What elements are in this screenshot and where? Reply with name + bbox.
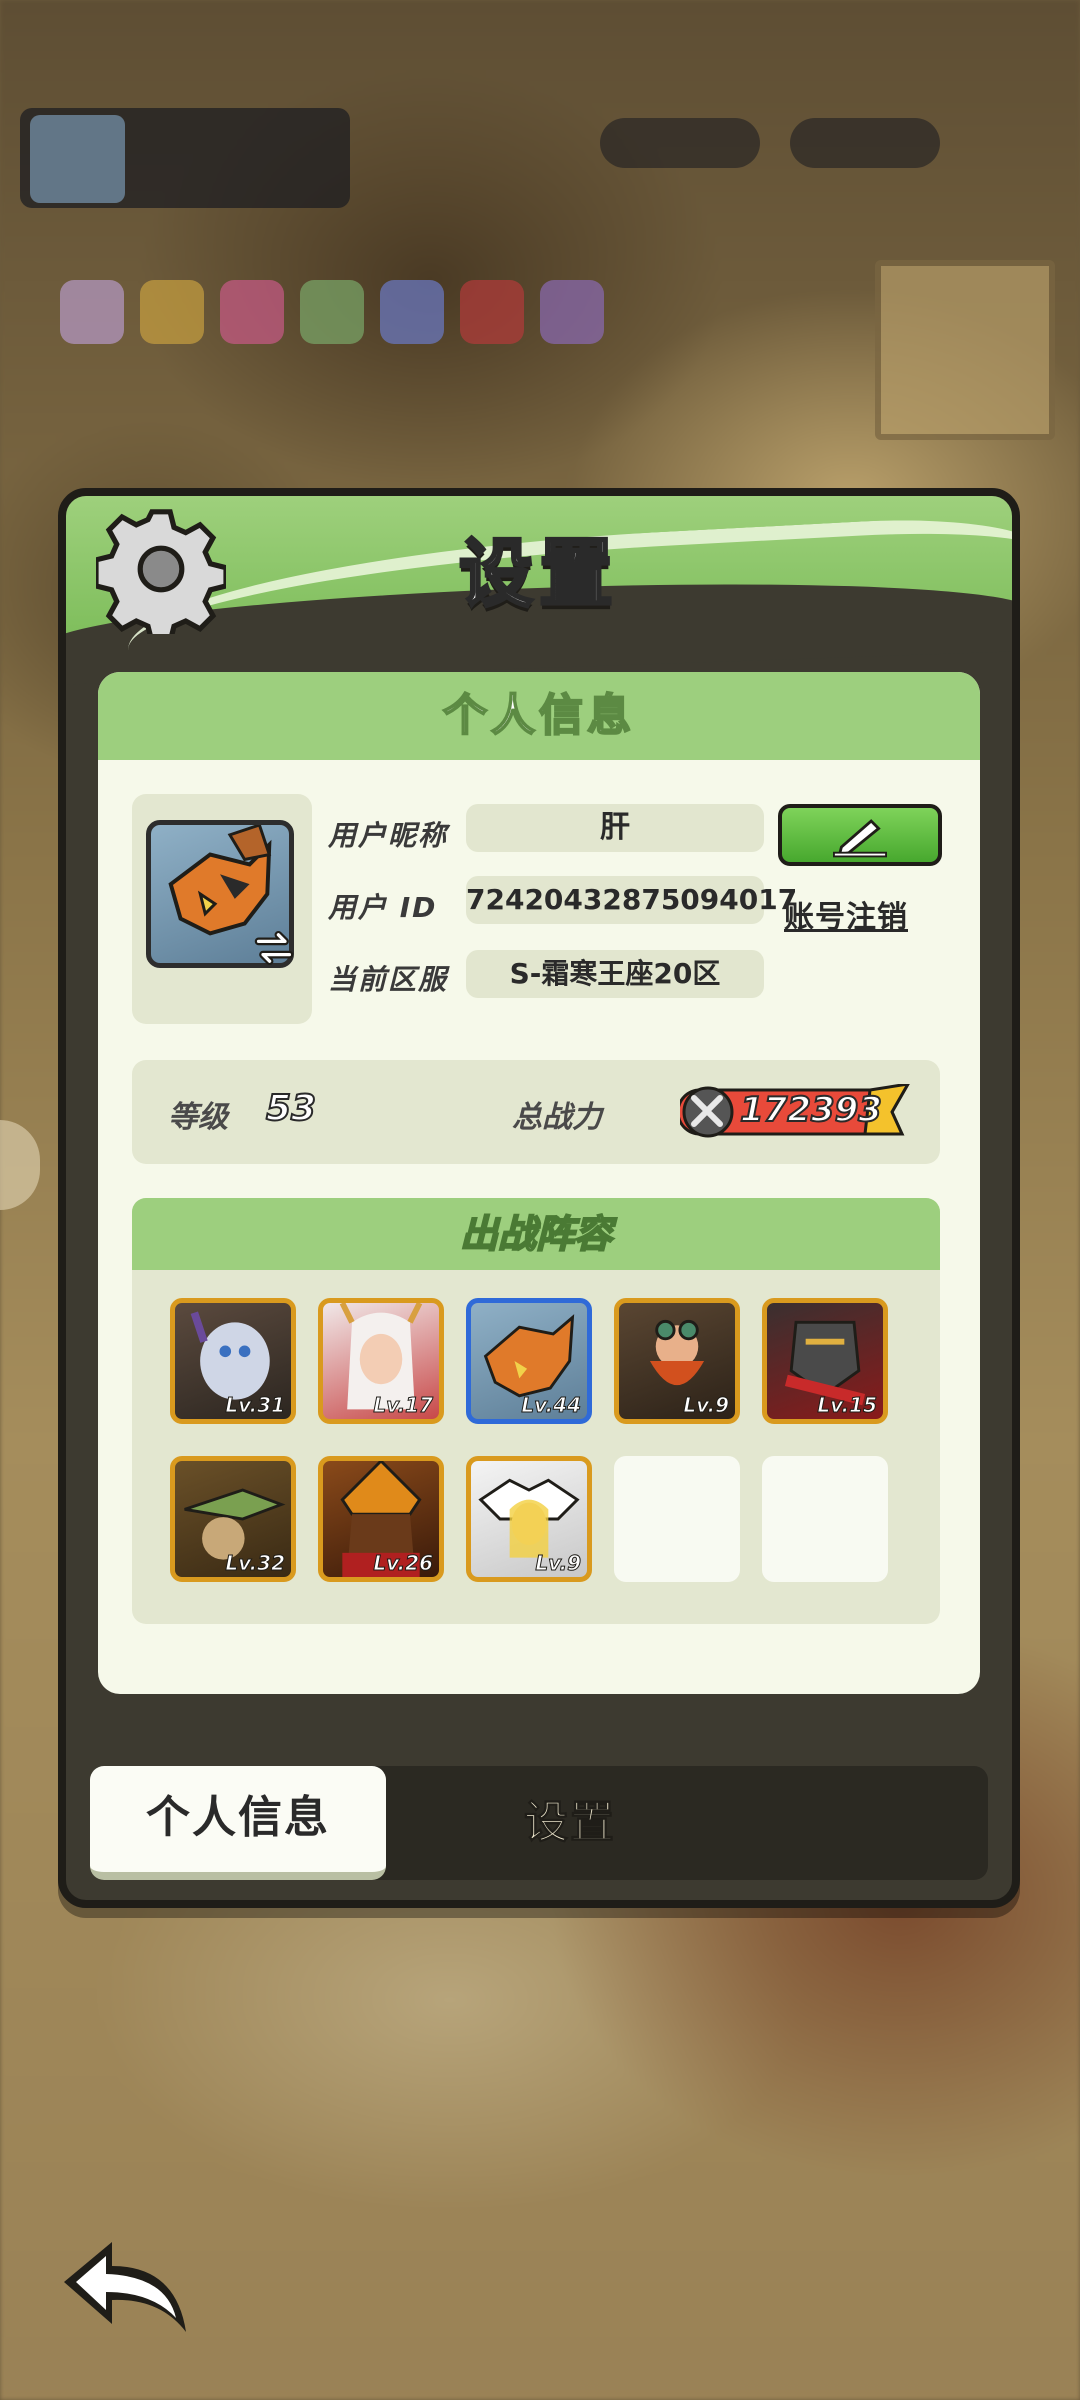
avatar-box[interactable]: [132, 794, 312, 1024]
personal-info-card: 个人信息 用户昵称 肝 用户 ID 72420432875094017 账号注销…: [98, 672, 980, 1694]
power-label: 总战力: [512, 1100, 602, 1135]
background-avatar: [30, 115, 125, 203]
hero-slot[interactable]: Lv.15: [762, 1298, 888, 1424]
background-resource: [600, 118, 760, 168]
swap-arrows-icon[interactable]: [252, 926, 296, 970]
level-value: 53: [265, 1087, 317, 1130]
back-arrow-icon[interactable]: [56, 2232, 196, 2342]
hero-slot[interactable]: Lv.26: [318, 1456, 444, 1582]
hero-level: Lv.31: [225, 1393, 286, 1418]
hero-level: Lv.9: [683, 1393, 730, 1418]
hero-slot[interactable]: Lv.32: [170, 1456, 296, 1582]
edit-nickname-button[interactable]: [778, 804, 942, 866]
pencil-icon: [833, 819, 887, 858]
hero-level: Lv.9: [535, 1551, 582, 1576]
empty-hero-slot[interactable]: [762, 1456, 888, 1582]
account-cancel-link[interactable]: 账号注销: [784, 892, 908, 936]
empty-hero-slot[interactable]: [614, 1456, 740, 1582]
hero-level: Lv.15: [817, 1393, 878, 1418]
hero-slot[interactable]: Lv.44: [466, 1298, 592, 1424]
hero-level: Lv.26: [373, 1551, 434, 1576]
server-value: S-霜寒王座20区: [466, 950, 764, 998]
background-resource: [790, 118, 940, 168]
section-header: 个人信息: [98, 672, 980, 760]
nickname-value: 肝: [466, 804, 764, 852]
hero-slot[interactable]: Lv.9: [466, 1456, 592, 1582]
tab-personal-info[interactable]: 个人信息: [90, 1766, 386, 1880]
user-id-label: 用户 ID: [328, 891, 438, 924]
server-label: 当前区服: [328, 963, 449, 996]
tab-bar: 个人信息 设置: [90, 1766, 988, 1880]
background-minimap: [875, 260, 1055, 440]
hero-slot[interactable]: Lv.17: [318, 1298, 444, 1424]
lineup-header: 出战阵容: [132, 1198, 940, 1270]
lineup-box: 出战阵容 Lv.31 Lv.17 Lv.44 Lv.9 Lv.15 Lv.32 …: [132, 1198, 940, 1624]
hero-level: Lv.17: [373, 1393, 434, 1418]
level-label: 等级: [168, 1100, 228, 1135]
dialog-title: 设置: [458, 530, 619, 619]
tab-settings[interactable]: 设置: [420, 1766, 720, 1880]
user-id-value: 72420432875094017: [466, 876, 797, 924]
nickname-label: 用户昵称: [328, 819, 449, 852]
hero-level: Lv.44: [521, 1393, 582, 1418]
settings-dialog: 设置 个人信息 用户昵称 肝 用户 ID 72420432875094017 账…: [58, 488, 1020, 1908]
hero-level: Lv.32: [225, 1551, 286, 1576]
stats-box: 等级 53 总战力 172393: [132, 1060, 940, 1164]
hero-slot[interactable]: Lv.9: [614, 1298, 740, 1424]
hero-slot[interactable]: Lv.31: [170, 1298, 296, 1424]
power-value: 172393: [739, 1089, 883, 1131]
